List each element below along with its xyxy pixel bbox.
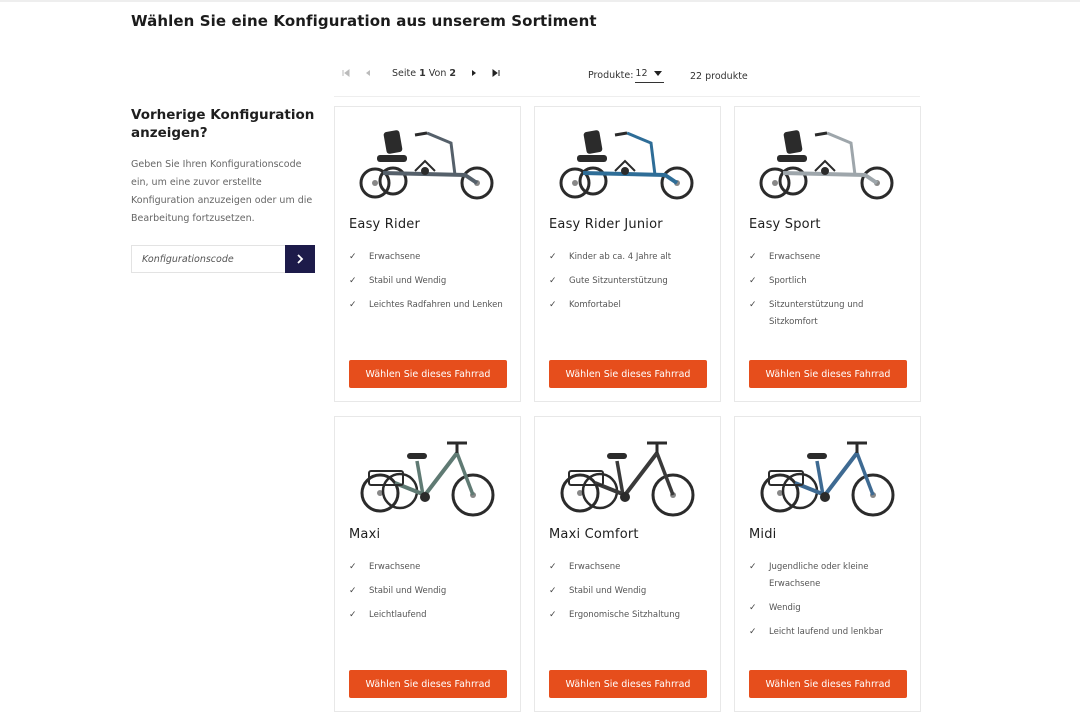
product-image[interactable]: [755, 433, 900, 525]
product-title: Midi: [749, 527, 777, 542]
feature-item: ✓ Sportlich: [749, 273, 914, 290]
page-title: Wählen Sie eine Konfiguration aus unsere…: [131, 12, 597, 30]
toolbar-divider: [334, 96, 920, 97]
feature-list: ✓ Erwachsene ✓ Stabil und Wendig ✓ Leichtlauf…: [349, 559, 514, 631]
checkmark-icon: ✓: [749, 627, 757, 637]
checkmark-icon: ✓: [349, 300, 357, 310]
checkmark-icon: ✓: [349, 610, 357, 620]
checkmark-icon: ✓: [749, 562, 757, 572]
checkmark-icon: ✓: [549, 610, 557, 620]
feature-list: ✓ Erwachsene ✓ Sportlich ✓ Sitzunterstützung …: [749, 249, 914, 338]
caret-down-icon: [653, 71, 662, 76]
sidebar: Vorherige Konfiguration anzeigen? Geben …: [131, 106, 315, 273]
per-page-select[interactable]: 12: [635, 68, 664, 83]
product-image[interactable]: [355, 123, 500, 215]
last-page-button[interactable]: [490, 64, 502, 82]
next-page-button[interactable]: [468, 64, 480, 82]
chevron-right-icon: [297, 254, 304, 264]
checkmark-icon: ✓: [549, 300, 557, 310]
configuration-code-form: [131, 245, 315, 273]
per-page-label: Produkte:: [588, 70, 634, 81]
product-title: Easy Rider Junior: [549, 217, 663, 232]
product-image[interactable]: [355, 433, 500, 525]
product-card: Easy Rider ✓ Erwachsene ✓ Stabil und Wendig…: [334, 106, 521, 402]
product-count: 22 produkte: [690, 71, 748, 82]
checkmark-icon: ✓: [349, 252, 357, 262]
product-image[interactable]: [555, 433, 700, 525]
pagination: Seite 1 Von 2: [340, 64, 512, 82]
product-card: Maxi ✓ Erwachsene ✓ Stabil und Wendig ✓ Leich…: [334, 416, 521, 712]
feature-item: ✓ Gute Sitzunterstützung: [549, 273, 714, 290]
feature-item: ✓ Leichtlaufend: [349, 607, 514, 624]
product-title: Maxi: [349, 527, 381, 542]
feature-item: ✓ Komfortabel: [549, 297, 714, 314]
product-title: Easy Sport: [749, 217, 821, 232]
page-indicator: Seite 1 Von 2: [392, 67, 457, 79]
select-bike-button[interactable]: Wählen Sie dieses Fahrrad: [549, 360, 707, 388]
checkmark-icon: ✓: [749, 300, 757, 310]
feature-item: ✓ Leichtes Radfahren und Lenken: [349, 297, 514, 314]
prev-page-icon: [366, 70, 370, 76]
feature-list: ✓ Jugendliche oder kleine Erwachsene ✓ Wend…: [749, 559, 914, 648]
checkmark-icon: ✓: [549, 252, 557, 262]
first-page-button[interactable]: [340, 64, 352, 82]
feature-list: ✓ Erwachsene ✓ Stabil und Wendig ✓ Ergonomisc…: [549, 559, 714, 631]
product-card: Maxi Comfort ✓ Erwachsene ✓ Stabil und Wend…: [534, 416, 721, 712]
feature-list: ✓ Kinder ab ca. 4 Jahre alt ✓ Gute Sitzunte…: [549, 249, 714, 321]
per-page-value: 12: [635, 68, 648, 79]
feature-list: ✓ Erwachsene ✓ Stabil und Wendig ✓ Leichtes R…: [349, 249, 514, 321]
last-page-icon: [492, 69, 500, 77]
select-bike-button[interactable]: Wählen Sie dieses Fahrrad: [349, 670, 507, 698]
feature-item: ✓ Erwachsene: [349, 249, 514, 266]
feature-item: ✓ Stabil und Wendig: [549, 583, 714, 600]
top-border: [0, 0, 1080, 2]
product-title: Easy Rider: [349, 217, 421, 232]
checkmark-icon: ✓: [549, 276, 557, 286]
first-page-icon: [342, 69, 350, 77]
checkmark-icon: ✓: [549, 586, 557, 596]
select-bike-button[interactable]: Wählen Sie dieses Fahrrad: [749, 360, 907, 388]
products-per-page: Produkte: 12: [588, 68, 664, 83]
feature-item: ✓ Stabil und Wendig: [349, 273, 514, 290]
select-bike-button[interactable]: Wählen Sie dieses Fahrrad: [549, 670, 707, 698]
checkmark-icon: ✓: [349, 586, 357, 596]
feature-item: ✓ Jugendliche oder kleine Erwachsene: [749, 559, 914, 593]
checkmark-icon: ✓: [749, 252, 757, 262]
product-card: Easy Sport ✓ Erwachsene ✓ Sportlich ✓ Sitzunt…: [734, 106, 921, 402]
select-bike-button[interactable]: Wählen Sie dieses Fahrrad: [349, 360, 507, 388]
checkmark-icon: ✓: [749, 276, 757, 286]
feature-item: ✓ Erwachsene: [549, 559, 714, 576]
product-title: Maxi Comfort: [549, 527, 639, 542]
select-bike-button[interactable]: Wählen Sie dieses Fahrrad: [749, 670, 907, 698]
feature-item: ✓ Erwachsene: [749, 249, 914, 266]
checkmark-icon: ✓: [349, 276, 357, 286]
feature-item: ✓ Leicht laufend und lenkbar: [749, 624, 914, 641]
feature-item: ✓ Erwachsene: [349, 559, 514, 576]
checkmark-icon: ✓: [749, 603, 757, 613]
sidebar-description: Geben Sie Ihren Konfigurationscode ein, …: [131, 159, 313, 224]
sidebar-heading: Vorherige Konfiguration anzeigen?: [131, 107, 315, 141]
feature-item: ✓ Sitzunterstützung und Sitzkomfort: [749, 297, 914, 331]
feature-item: ✓ Kinder ab ca. 4 Jahre alt: [549, 249, 714, 266]
product-card: Easy Rider Junior ✓ Kinder ab ca. 4 Jahre…: [534, 106, 721, 402]
feature-item: ✓ Stabil und Wendig: [349, 583, 514, 600]
feature-item: ✓ Wendig: [749, 600, 914, 617]
configuration-code-submit-button[interactable]: [285, 245, 315, 273]
next-page-icon: [472, 70, 477, 76]
product-image[interactable]: [755, 123, 900, 215]
feature-item: ✓ Ergonomische Sitzhaltung: [549, 607, 714, 624]
prev-page-button[interactable]: [362, 64, 374, 82]
product-card: Midi ✓ Jugendliche oder kleine Erwachsene…: [734, 416, 921, 712]
configuration-code-input[interactable]: [131, 245, 285, 273]
checkmark-icon: ✓: [549, 562, 557, 572]
checkmark-icon: ✓: [349, 562, 357, 572]
product-image[interactable]: [555, 123, 700, 215]
